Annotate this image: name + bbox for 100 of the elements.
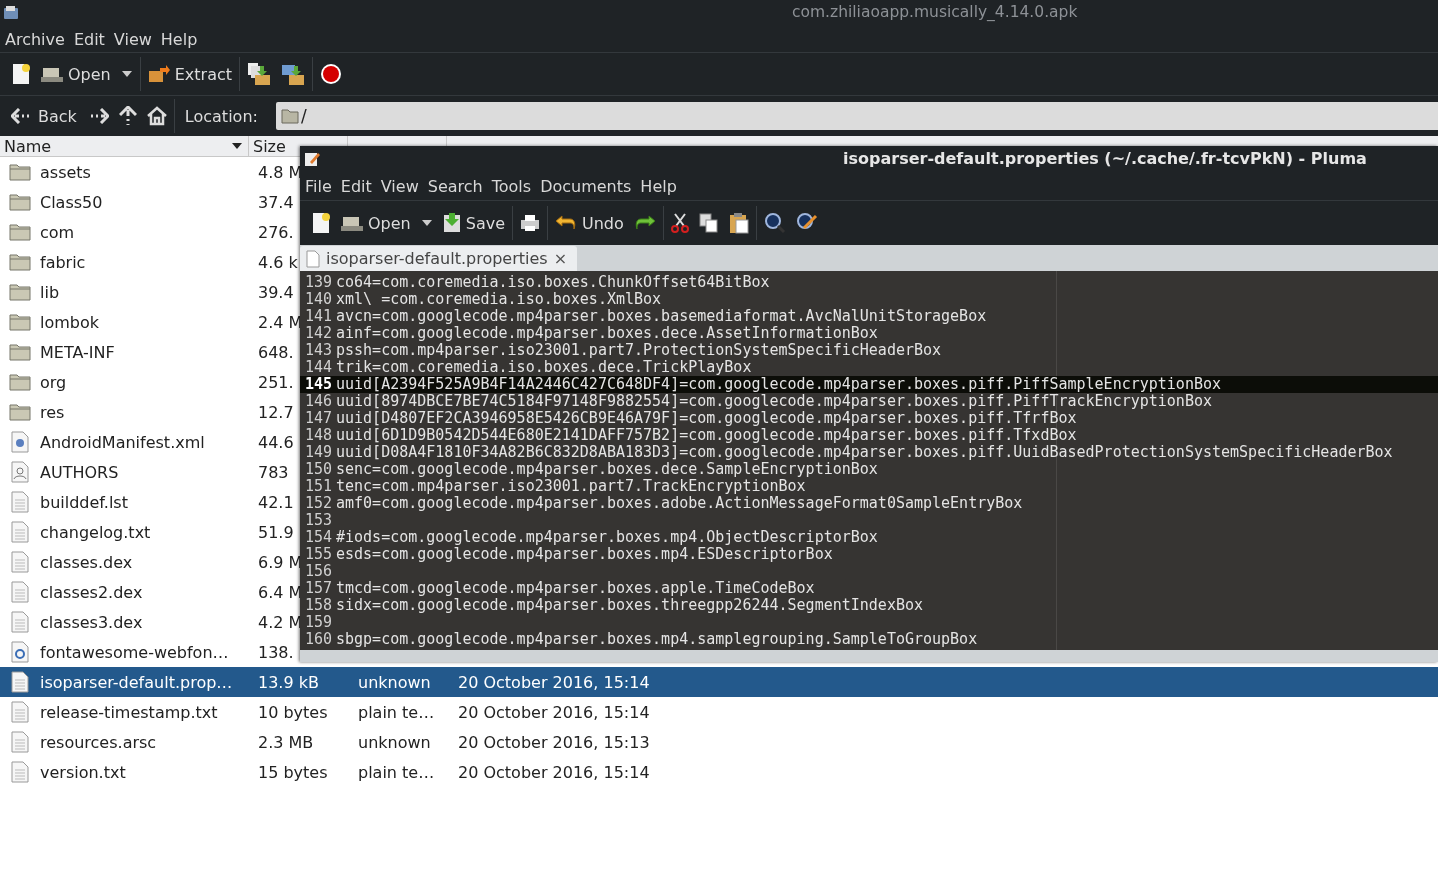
text-file-icon: [11, 731, 29, 753]
file-name: classes2.dex: [40, 582, 143, 602]
window-title: com.zhiliaoapp.musically_4.14.0.apk: [792, 3, 1078, 21]
file-name: fabric: [40, 252, 86, 272]
file-name: resources.arsc: [40, 732, 157, 752]
scissors-icon: [670, 213, 689, 233]
undo-button[interactable]: Undo: [550, 206, 629, 240]
code-editor[interactable]: [300, 271, 1438, 650]
menu-item[interactable]: Archive: [5, 29, 65, 49]
clipboard-icon: [728, 212, 749, 234]
file-size: 51.9: [258, 522, 294, 542]
box-arrow-icon: [147, 65, 170, 83]
code-line: uuid[8974DBCE7BE74C5184F97148F9882554]=com.googlecode.mp4parser.boxes.piff.PiffTrackEncryptionBox: [336, 393, 1212, 410]
file-name: com: [40, 222, 75, 242]
column-header[interactable]: Name: [0, 136, 249, 156]
file-row[interactable]: isoparser-default.prop… 13.9 kB unknown 20 October 2016, 15:14: [0, 667, 1438, 697]
file-name: Class50: [40, 192, 103, 212]
menu-item[interactable]: View: [380, 176, 419, 196]
file-date: 20 October 2016, 15:13: [458, 732, 650, 752]
save-button[interactable]: Save: [437, 206, 510, 240]
code-line: sidx=com.googlecode.mp4parser.boxes.threegpp26244.SegmentIndexBox: [336, 597, 923, 614]
line-number: 144: [303, 359, 333, 376]
menu-item[interactable]: Help: [160, 29, 198, 49]
file-size: 13.9 kB: [258, 672, 319, 692]
document-tab[interactable]: isoparser-default.properties ×: [300, 246, 578, 271]
file-size: 42.1: [258, 492, 294, 512]
file-size: 276.: [258, 222, 294, 242]
close-tab-button[interactable]: ×: [553, 249, 568, 268]
code-line: esds=com.googlecode.mp4parser.boxes.mp4.ESDescriptorBox: [336, 546, 833, 563]
file-type: unknown: [358, 672, 431, 692]
file-size: 39.4: [258, 282, 294, 302]
file-type: plain te…: [358, 762, 435, 782]
open-button[interactable]: Open: [336, 206, 416, 240]
menu-item[interactable]: View: [113, 29, 152, 49]
line-number: 149: [303, 444, 333, 461]
xml-file-icon: [11, 431, 29, 453]
code-line: uuid[D4807EF2CA3946958E5426CB9E46A79F]=com.googlecode.mp4parser.boxes.piff.TfrfBox: [336, 410, 1077, 427]
drawer-icon: [341, 214, 363, 232]
location-field[interactable]: /: [275, 102, 1438, 130]
line-number: 141: [303, 308, 333, 325]
code-line: trik=com.coremedia.iso.boxes.dece.TrickPlayBox: [336, 359, 752, 376]
undo-arrow-icon: [555, 215, 577, 231]
code-line: uuid[A2394F525A9B4F14A2446C427C648DF4]=com.googlecode.mp4parser.boxes.piff.PiffSampleEncryptionBox: [336, 376, 1221, 393]
drawer-icon: [41, 65, 63, 83]
person-file-icon: [11, 461, 29, 483]
text-file-icon: [11, 551, 29, 573]
menu-item[interactable]: Search: [427, 176, 483, 196]
line-number: 158: [303, 597, 333, 614]
file-name: builddef.lst: [40, 492, 128, 512]
caret-icon: [121, 71, 132, 77]
open-button[interactable]: Open: [36, 57, 116, 91]
text-file-icon: [11, 491, 29, 513]
menu-item[interactable]: Documents: [540, 176, 632, 196]
file-name: AUTHORS: [40, 462, 119, 482]
folder-icon: [9, 193, 31, 211]
stop-icon: [320, 63, 343, 85]
text-file-icon: [11, 761, 29, 783]
file-size: 4.6 k: [258, 252, 298, 272]
menu-item[interactable]: Help: [640, 176, 677, 196]
folder-icon: [9, 223, 31, 241]
line-number: 139: [303, 274, 333, 291]
folder-icon: [9, 313, 31, 331]
menu-item[interactable]: Edit: [340, 176, 372, 196]
line-number: 145: [303, 376, 333, 393]
new-document-icon: [11, 63, 31, 85]
menu-item[interactable]: Edit: [73, 29, 105, 49]
file-name: res: [40, 402, 65, 422]
line-number: 150: [303, 461, 333, 478]
code-line: ainf=com.googlecode.mp4parser.boxes.dece.AssetInformationBox: [336, 325, 878, 342]
back-button[interactable]: Back: [6, 99, 82, 133]
file-size: 783: [258, 462, 289, 482]
extract-button[interactable]: Extract: [142, 57, 238, 91]
line-number: 153: [303, 512, 333, 529]
file-size: 648.: [258, 342, 294, 362]
file-name: assets: [40, 162, 91, 182]
code-line: pssh=com.mp4parser.iso23001.part7.ProtectionSystemSpecificHeaderBox: [336, 342, 942, 359]
line-number: 143: [303, 342, 333, 359]
file-name: lib: [40, 282, 60, 302]
folder-icon: [9, 253, 31, 271]
file-size: 44.6: [258, 432, 294, 452]
code-line: uuid[D08A4F1810F34A82B6C832D8ABA183D3]=com.googlecode.mp4parser.boxes.piff.UuidBasedProtectionSystemSpecificHeaderBox: [336, 444, 1393, 461]
add-folder-icon: [281, 62, 306, 86]
document-icon: [306, 249, 320, 268]
file-name: version.txt: [40, 762, 126, 782]
file-name: changelog.txt: [40, 522, 151, 542]
code-line: tmcd=com.googlecode.mp4parser.boxes.apple.TimeCodeBox: [336, 580, 815, 597]
file-date: 20 October 2016, 15:14: [458, 762, 650, 782]
font-file-icon: [11, 641, 29, 663]
line-number: 159: [303, 614, 333, 631]
folder-icon: [280, 108, 299, 124]
menu-item[interactable]: File: [305, 176, 332, 196]
line-number: 155: [303, 546, 333, 563]
file-name: isoparser-default.prop…: [40, 672, 233, 692]
code-line: uuid[6D1D9B0542D544E680E2141DAFF757B2]=com.googlecode.mp4parser.boxes.piff.TfxdBox: [336, 427, 1077, 444]
code-line: #iods=com.googlecode.mp4parser.boxes.mp4.ObjectDescriptorBox: [336, 529, 878, 546]
folder-icon: [9, 343, 31, 361]
code-line: co64=com.coremedia.iso.boxes.ChunkOffset64BitBox: [336, 274, 770, 291]
menu-item[interactable]: Tools: [491, 176, 532, 196]
line-number: 140: [303, 291, 333, 308]
add-files-icon: [247, 62, 272, 86]
